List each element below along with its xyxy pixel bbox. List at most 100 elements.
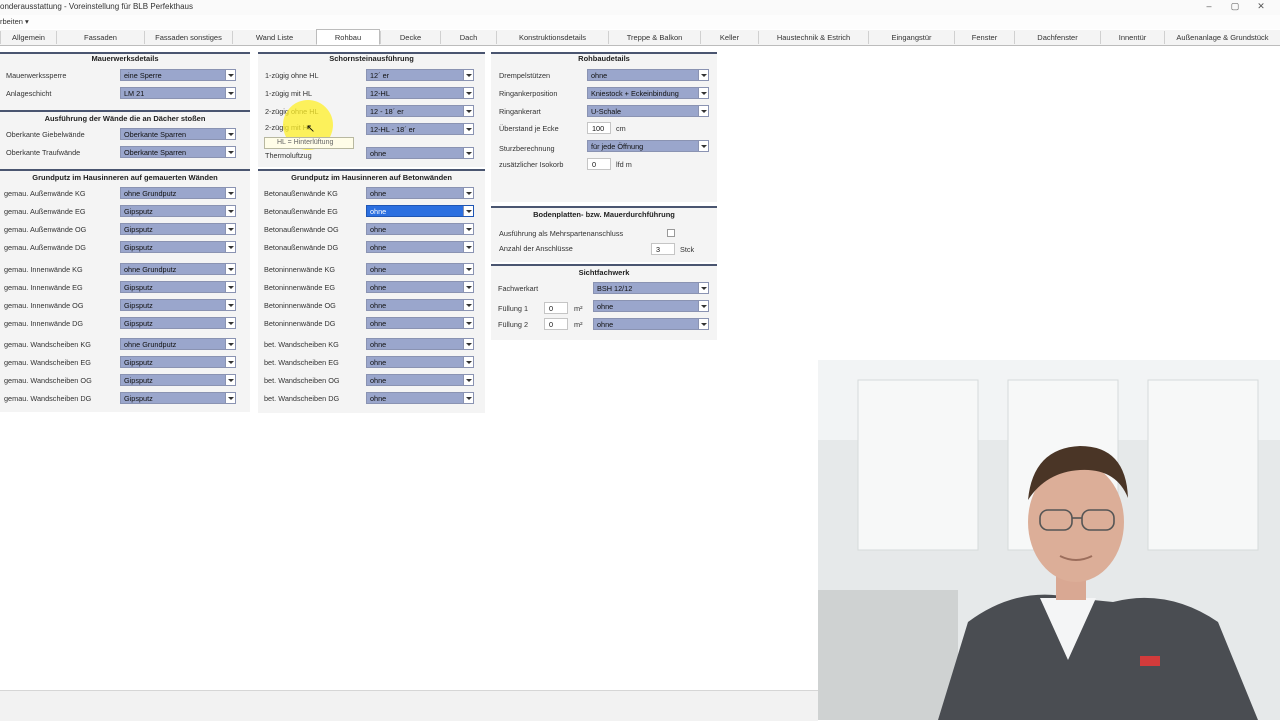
chevron-down-icon[interactable]: [698, 319, 708, 329]
betoninnenwaende-dg-dropdown[interactable]: ohne: [366, 317, 474, 329]
chevron-down-icon[interactable]: [698, 301, 708, 311]
bet-wandscheiben-kg-dropdown[interactable]: ohne: [366, 338, 474, 350]
anlageschicht-dropdown[interactable]: LM 21: [120, 87, 236, 99]
chevron-down-icon[interactable]: [698, 283, 708, 293]
gemau-wandscheiben-dg-dropdown[interactable]: Gipsputz: [120, 392, 236, 404]
betoninnenwaende-kg-dropdown[interactable]: ohne: [366, 263, 474, 275]
sturzberechnung-dropdown[interactable]: für jede Öffnung: [587, 140, 709, 152]
schornstein-1z-ohne-dropdown[interactable]: 12´ er: [366, 69, 474, 81]
betoninnenwaende-og-dropdown[interactable]: ohne: [366, 299, 474, 311]
bet-wandscheiben-og-dropdown[interactable]: ohne: [366, 374, 474, 386]
fuellung1-material-dropdown[interactable]: ohne: [593, 300, 709, 312]
chevron-down-icon[interactable]: [225, 393, 235, 403]
gemau-aussenwaende-dg-dropdown[interactable]: Gipsputz: [120, 241, 236, 253]
ringankerposition-dropdown[interactable]: Kniestock + Eckeinbindung: [587, 87, 709, 99]
betoninnenwaende-eg-dropdown[interactable]: ohne: [366, 281, 474, 293]
chevron-down-icon[interactable]: [225, 129, 235, 139]
tab-aussenanlage-grundstueck[interactable]: Außenanlage & Grundstück: [1164, 31, 1280, 44]
chevron-down-icon[interactable]: [463, 375, 473, 385]
gemau-innenwaende-kg-dropdown[interactable]: ohne Grundputz: [120, 263, 236, 275]
mehrsparten-checkbox[interactable]: [667, 229, 675, 237]
bet-wandscheiben-dg-dropdown[interactable]: ohne: [366, 392, 474, 404]
tab-fassaden-sonstiges[interactable]: Fassaden sonstiges: [144, 31, 232, 44]
chevron-down-icon[interactable]: [225, 282, 235, 292]
betonaussenwaende-kg-dropdown[interactable]: ohne: [366, 187, 474, 199]
schornstein-1z-mit-dropdown[interactable]: 12-HL: [366, 87, 474, 99]
ringankerart-dropdown[interactable]: U-Schale: [587, 105, 709, 117]
betonaussenwaende-dg-dropdown[interactable]: ohne: [366, 241, 474, 253]
chevron-down-icon[interactable]: [698, 106, 708, 116]
chevron-down-icon[interactable]: [463, 393, 473, 403]
chevron-down-icon[interactable]: [463, 70, 473, 80]
tab-innentuer[interactable]: Innentür: [1100, 31, 1164, 44]
schornstein-2z-mit-dropdown[interactable]: 12-HL - 18´ er: [366, 123, 474, 135]
minimize-button[interactable]: –: [1200, 0, 1218, 13]
tab-fassaden[interactable]: Fassaden: [56, 31, 144, 44]
oberkante-traufwaende-dropdown[interactable]: Oberkante Sparren: [120, 146, 236, 158]
chevron-down-icon[interactable]: [463, 242, 473, 252]
gemau-aussenwaende-eg-dropdown[interactable]: Gipsputz: [120, 205, 236, 217]
schornstein-2z-ohne-dropdown[interactable]: 12 - 18´ er: [366, 105, 474, 117]
chevron-down-icon[interactable]: [225, 206, 235, 216]
gemau-innenwaende-dg-dropdown[interactable]: Gipsputz: [120, 317, 236, 329]
chevron-down-icon[interactable]: [698, 88, 708, 98]
tab-dachfenster[interactable]: Dachfenster: [1014, 31, 1100, 44]
gemau-innenwaende-eg-dropdown[interactable]: Gipsputz: [120, 281, 236, 293]
gemau-wandscheiben-og-dropdown[interactable]: Gipsputz: [120, 374, 236, 386]
bet-wandscheiben-eg-dropdown[interactable]: ohne: [366, 356, 474, 368]
chevron-down-icon[interactable]: [225, 224, 235, 234]
betonaussenwaende-eg-dropdown[interactable]: ohne: [366, 205, 474, 217]
tab-wand-liste[interactable]: Wand Liste: [232, 31, 316, 44]
gemau-wandscheiben-eg-dropdown[interactable]: Gipsputz: [120, 356, 236, 368]
tab-konstruktionsdetails[interactable]: Konstruktionsdetails: [496, 31, 608, 44]
ueberstand-input[interactable]: 100: [587, 122, 611, 134]
chevron-down-icon[interactable]: [463, 282, 473, 292]
gemau-aussenwaende-kg-dropdown[interactable]: ohne Grundputz: [120, 187, 236, 199]
isokorb-input[interactable]: 0: [587, 158, 611, 170]
chevron-down-icon[interactable]: [463, 339, 473, 349]
chevron-down-icon[interactable]: [463, 124, 473, 134]
tab-haustechnik-estrich[interactable]: Haustechnik & Estrich: [758, 31, 868, 44]
tab-eingangstuer[interactable]: Eingangstür: [868, 31, 954, 44]
menu-bearbeiten[interactable]: rbeiten ▾: [0, 17, 29, 26]
chevron-down-icon[interactable]: [463, 224, 473, 234]
tab-dach[interactable]: Dach: [440, 31, 496, 44]
gemau-innenwaende-og-dropdown[interactable]: Gipsputz: [120, 299, 236, 311]
gemau-wandscheiben-kg-dropdown[interactable]: ohne Grundputz: [120, 338, 236, 350]
fuellung2-input[interactable]: 0: [544, 318, 568, 330]
chevron-down-icon[interactable]: [225, 357, 235, 367]
chevron-down-icon[interactable]: [225, 70, 235, 80]
thermoluftzug-dropdown[interactable]: ohne: [366, 147, 474, 159]
chevron-down-icon[interactable]: [225, 339, 235, 349]
tab-decke[interactable]: Decke: [380, 31, 440, 44]
gemau-aussenwaende-og-dropdown[interactable]: Gipsputz: [120, 223, 236, 235]
chevron-down-icon[interactable]: [698, 70, 708, 80]
fuellung1-input[interactable]: 0: [544, 302, 568, 314]
anzahl-anschluesse-input[interactable]: 3: [651, 243, 675, 255]
chevron-down-icon[interactable]: [225, 88, 235, 98]
chevron-down-icon[interactable]: [225, 147, 235, 157]
chevron-down-icon[interactable]: [463, 357, 473, 367]
chevron-down-icon[interactable]: [225, 318, 235, 328]
chevron-down-icon[interactable]: [698, 141, 708, 151]
chevron-down-icon[interactable]: [225, 300, 235, 310]
chevron-down-icon[interactable]: [463, 206, 473, 216]
chevron-down-icon[interactable]: [463, 264, 473, 274]
fuellung2-material-dropdown[interactable]: ohne: [593, 318, 709, 330]
chevron-down-icon[interactable]: [225, 375, 235, 385]
chevron-down-icon[interactable]: [225, 264, 235, 274]
chevron-down-icon[interactable]: [463, 300, 473, 310]
chevron-down-icon[interactable]: [463, 88, 473, 98]
fachwerkart-dropdown[interactable]: BSH 12/12: [593, 282, 709, 294]
tab-keller[interactable]: Keller: [700, 31, 758, 44]
oberkante-giebelwaende-dropdown[interactable]: Oberkante Sparren: [120, 128, 236, 140]
chevron-down-icon[interactable]: [225, 188, 235, 198]
maximize-button[interactable]: ▢: [1226, 0, 1244, 13]
tab-allgemein[interactable]: Allgemein: [0, 31, 56, 44]
betonaussenwaende-og-dropdown[interactable]: ohne: [366, 223, 474, 235]
chevron-down-icon[interactable]: [463, 188, 473, 198]
chevron-down-icon[interactable]: [463, 318, 473, 328]
mauerwerkssperre-dropdown[interactable]: eine Sperre: [120, 69, 236, 81]
chevron-down-icon[interactable]: [463, 148, 473, 158]
close-button[interactable]: ✕: [1252, 0, 1270, 13]
